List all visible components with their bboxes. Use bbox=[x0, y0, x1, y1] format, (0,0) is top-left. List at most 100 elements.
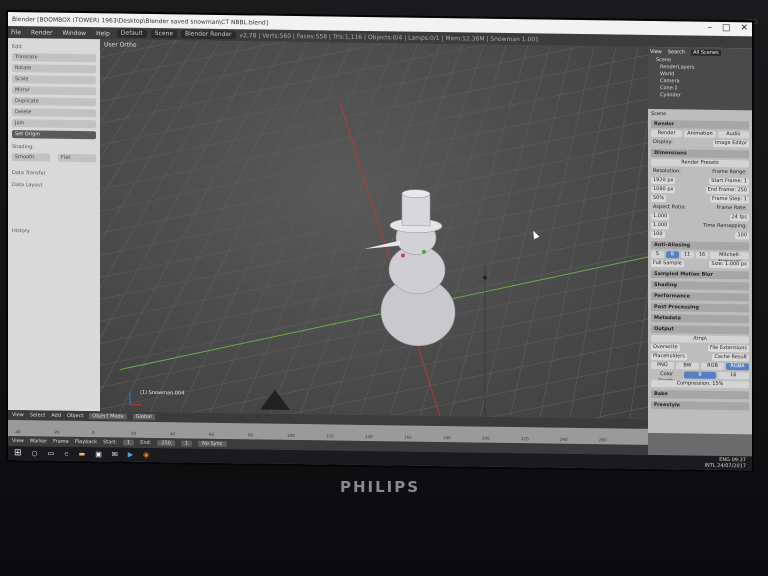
outliner-item[interactable]: Cylinder bbox=[650, 92, 750, 100]
search-icon[interactable]: ○ bbox=[32, 449, 38, 457]
media-player-icon[interactable]: ▶ bbox=[128, 451, 133, 459]
cache-result-checkbox[interactable]: Cache Result bbox=[712, 353, 749, 362]
tl-menu-view[interactable]: View bbox=[12, 438, 24, 444]
shading-smooth-button[interactable]: Smooth bbox=[12, 153, 50, 162]
task-view-icon[interactable]: ▭ bbox=[48, 450, 55, 458]
vp-menu-select[interactable]: Select bbox=[30, 412, 45, 418]
tool-translate[interactable]: Translate bbox=[12, 53, 96, 63]
metadata-section[interactable]: Metadata bbox=[651, 313, 749, 324]
data-layout-label[interactable]: Data Layout bbox=[12, 182, 96, 189]
aa-samples-8[interactable]: 8 bbox=[665, 251, 679, 259]
tl-menu-marker[interactable]: Marker bbox=[30, 438, 47, 444]
edge-icon[interactable]: e bbox=[64, 450, 68, 458]
layout-selector[interactable]: Default bbox=[116, 29, 147, 38]
rgba-button[interactable]: RGBA bbox=[726, 363, 749, 371]
motion-blur-section[interactable]: Sampled Motion Blur bbox=[651, 269, 749, 280]
windows-logo-icon[interactable]: ⊞ bbox=[14, 448, 22, 458]
render-presets-dropdown[interactable]: Render Presets bbox=[651, 158, 749, 168]
post-processing-section[interactable]: Post Processing bbox=[651, 302, 749, 313]
bake-section[interactable]: Bake bbox=[651, 389, 749, 400]
format-dropdown[interactable]: PNG bbox=[651, 361, 674, 370]
audio-button[interactable]: Audio bbox=[717, 130, 749, 139]
output-path-field[interactable]: /tmp\ bbox=[651, 334, 749, 344]
frame-step-prop[interactable]: Frame Step: 1 bbox=[709, 195, 749, 204]
aa-samples-5[interactable]: 5 bbox=[651, 250, 664, 259]
anti-aliasing-section-header[interactable]: Anti-Aliasing bbox=[651, 240, 749, 251]
store-icon[interactable]: ▣ bbox=[95, 450, 102, 458]
sync-dropdown[interactable]: No Sync bbox=[198, 440, 227, 448]
lamp-object[interactable] bbox=[483, 275, 487, 280]
aa-size-field[interactable]: Size: 1.000 px bbox=[709, 260, 749, 269]
blender-app-icon[interactable]: ◉ bbox=[143, 451, 149, 459]
outliner-tab-all-scenes[interactable]: All Scenes bbox=[691, 49, 721, 56]
start-frame-field[interactable]: 1 bbox=[122, 439, 135, 446]
current-frame-field[interactable]: 1 bbox=[180, 440, 193, 447]
outliner-tab-view[interactable]: View bbox=[650, 49, 662, 55]
resolution-x-field[interactable]: 1920 px bbox=[651, 176, 676, 185]
full-sample-checkbox[interactable]: Full Sample bbox=[651, 259, 684, 268]
close-button[interactable]: ✕ bbox=[740, 23, 748, 33]
color-depth-8[interactable]: 8 bbox=[684, 371, 716, 379]
file-explorer-icon[interactable]: ▬ bbox=[79, 450, 86, 458]
resolution-y-field[interactable]: 1080 px bbox=[651, 185, 676, 194]
tl-menu-frame[interactable]: Frame bbox=[53, 439, 69, 445]
clock-date[interactable]: 24/07/2017 bbox=[717, 463, 746, 469]
frame-rate-dropdown[interactable]: 24 fps bbox=[729, 214, 749, 222]
tool-duplicate[interactable]: Duplicate bbox=[12, 97, 96, 107]
camera-object[interactable] bbox=[260, 389, 290, 410]
menu-window[interactable]: Window bbox=[59, 29, 89, 36]
output-section-header[interactable]: Output bbox=[651, 324, 749, 335]
menu-render[interactable]: Render bbox=[28, 29, 55, 36]
render-engine-selector[interactable]: Blender Render bbox=[181, 30, 236, 40]
vp-menu-add[interactable]: Add bbox=[51, 413, 61, 419]
aspect-x-field[interactable]: 1.000 bbox=[651, 212, 670, 221]
tool-scale[interactable]: Scale bbox=[12, 75, 96, 85]
tool-set-origin[interactable]: Set Origin bbox=[12, 130, 96, 140]
render-section-header[interactable]: Render bbox=[651, 119, 749, 130]
aa-filter-dropdown[interactable]: Mitchell-Netravali bbox=[710, 251, 750, 265]
display-dropdown[interactable]: Image Editor bbox=[712, 139, 749, 148]
shading-section[interactable]: Shading bbox=[651, 280, 749, 291]
compression-slider[interactable]: Compression: 15% bbox=[651, 379, 749, 389]
menu-help[interactable]: Help bbox=[93, 30, 113, 37]
maximize-button[interactable]: □ bbox=[722, 23, 731, 33]
color-depth-16[interactable]: 16 bbox=[717, 371, 749, 380]
bw-button[interactable]: BW bbox=[676, 362, 699, 370]
shading-flat-button[interactable]: Flat bbox=[58, 153, 96, 163]
render-button[interactable]: Render bbox=[651, 129, 683, 138]
tray-region[interactable]: INTL bbox=[705, 463, 716, 469]
minimize-button[interactable]: – bbox=[707, 23, 712, 33]
outliner-tab-search[interactable]: Search bbox=[668, 49, 685, 55]
end-frame-prop[interactable]: End Frame: 250 bbox=[705, 186, 749, 195]
history-label[interactable]: History bbox=[12, 228, 96, 235]
freestyle-section[interactable]: Freestyle bbox=[651, 400, 749, 411]
end-frame-field[interactable]: 250 bbox=[157, 440, 175, 447]
animation-button[interactable]: Animation bbox=[684, 130, 716, 138]
aa-samples-11[interactable]: 11 bbox=[680, 251, 694, 259]
tl-menu-playback[interactable]: Playback bbox=[75, 439, 97, 445]
mode-dropdown[interactable]: Object Mode bbox=[89, 413, 127, 420]
tool-rotate[interactable]: Rotate bbox=[12, 64, 96, 74]
rgb-button[interactable]: RGB bbox=[701, 362, 724, 370]
vp-menu-object[interactable]: Object bbox=[67, 413, 83, 419]
resolution-percent-field[interactable]: 50% bbox=[651, 194, 667, 203]
remap-new-field[interactable]: 100 bbox=[735, 232, 749, 240]
data-transfer-label[interactable]: Data Transfer bbox=[12, 170, 96, 177]
overwrite-checkbox[interactable]: Overwrite bbox=[651, 343, 680, 352]
aspect-y-field[interactable]: 1.000 bbox=[651, 221, 670, 230]
remap-old-field[interactable]: 100 bbox=[651, 230, 665, 239]
file-extensions-checkbox[interactable]: File Extensions bbox=[707, 344, 749, 353]
dimensions-section-header[interactable]: Dimensions bbox=[651, 148, 749, 159]
scene-selector[interactable]: Scene bbox=[150, 29, 178, 39]
placeholders-checkbox[interactable]: Placeholders bbox=[651, 352, 687, 361]
3d-viewport[interactable]: User Ortho (1) Snowman.004 bbox=[100, 39, 648, 419]
performance-section[interactable]: Performance bbox=[651, 291, 749, 302]
snowman-object[interactable] bbox=[364, 189, 456, 347]
tool-mirror[interactable]: Mirror bbox=[12, 86, 96, 96]
orientation-dropdown[interactable]: Global bbox=[132, 413, 155, 421]
menu-file[interactable]: File bbox=[8, 29, 24, 36]
tool-delete[interactable]: Delete bbox=[12, 108, 96, 118]
aa-samples-16[interactable]: 16 bbox=[695, 251, 709, 259]
mail-icon[interactable]: ✉ bbox=[112, 450, 118, 458]
start-frame-prop[interactable]: Start Frame: 1 bbox=[709, 177, 749, 186]
